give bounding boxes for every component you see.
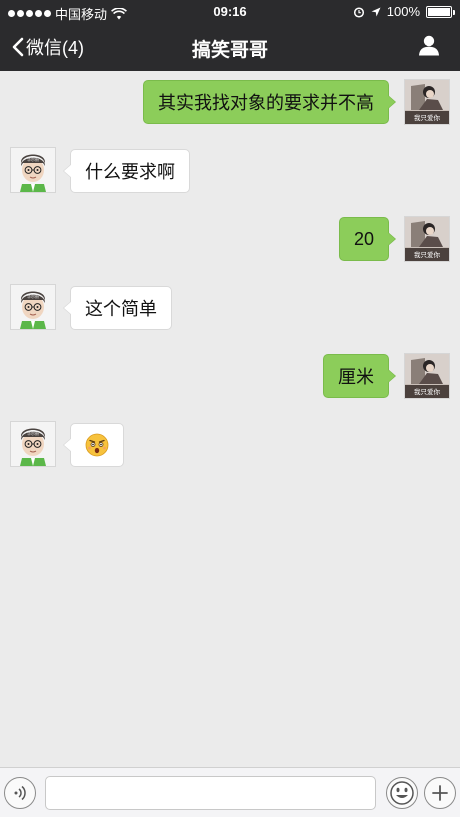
contact-avatar[interactable]: 华尔街 [10,147,56,193]
battery-fill [428,7,450,16]
status-bar: 中国移动 09:16 100% [0,0,460,24]
message-bubble-outgoing[interactable]: 其实我找对象的要求并不高 [143,80,396,124]
voice-icon [14,785,26,801]
message-input[interactable] [45,776,376,810]
contact-avatar[interactable]: 华尔街 [10,421,56,467]
svg-text:我只爱你: 我只爱你 [414,113,441,122]
smiley-icon [390,781,414,805]
chat-title: 搞笑哥哥 [191,40,268,61]
location-arrow-icon [371,7,381,16]
message-bubble-incoming[interactable]: 这个简单 [63,286,172,330]
chat-area[interactable]: 我只爱你 其实我找对象的要求并不高 华尔街 什么要求啊 我只爱你 20 华尔街 … [0,71,460,767]
battery-icon [426,5,455,18]
contact-avatar[interactable]: 华尔街 [10,284,56,330]
contact-avatar-image: 华尔街 [11,422,55,466]
svg-text:华尔街: 华尔街 [27,430,39,436]
battery-percent: 100% [386,4,420,19]
message-bubble-outgoing[interactable]: 20 [338,217,397,261]
self-avatar[interactable]: 我只爱你 [404,216,450,262]
message-bubble-incoming[interactable]: 什么要求啊 [63,149,190,193]
svg-text:我只爱你: 我只爱你 [414,250,441,259]
shocked-face-icon [85,433,109,457]
self-avatar[interactable]: 我只爱你 [404,79,450,125]
status-right: 100% [353,4,455,19]
plus-icon [432,785,448,801]
more-actions-button[interactable] [424,777,456,809]
svg-text:华尔街: 华尔街 [27,156,39,162]
voice-toggle-button[interactable] [4,777,36,809]
message-text: 厘米 [338,367,374,387]
alarm-icon [353,6,364,18]
message-text: 20 [353,228,374,249]
message-text: 什么要求啊 [85,162,175,182]
self-avatar-image: 我只爱你 [405,80,449,124]
message-bubble-incoming[interactable] [63,423,124,467]
person-icon [419,35,439,56]
self-avatar-image: 我只爱你 [405,217,449,261]
nav-bar: 微信(4) 搞笑哥哥 [0,24,460,71]
contact-avatar-image: 华尔街 [11,285,55,329]
input-bar [0,767,460,817]
message-text: 这个简单 [85,299,157,319]
contact-profile-button[interactable] [418,34,440,61]
self-avatar[interactable]: 我只爱你 [404,353,450,399]
contact-avatar-image: 华尔街 [11,148,55,192]
emoji-button[interactable] [386,777,418,809]
self-avatar-image: 我只爱你 [405,354,449,398]
svg-text:我只爱你: 我只爱你 [414,387,441,396]
message-bubble-outgoing[interactable]: 厘米 [323,354,396,398]
svg-text:华尔街: 华尔街 [27,293,39,299]
message-text: 其实我找对象的要求并不高 [158,93,374,113]
